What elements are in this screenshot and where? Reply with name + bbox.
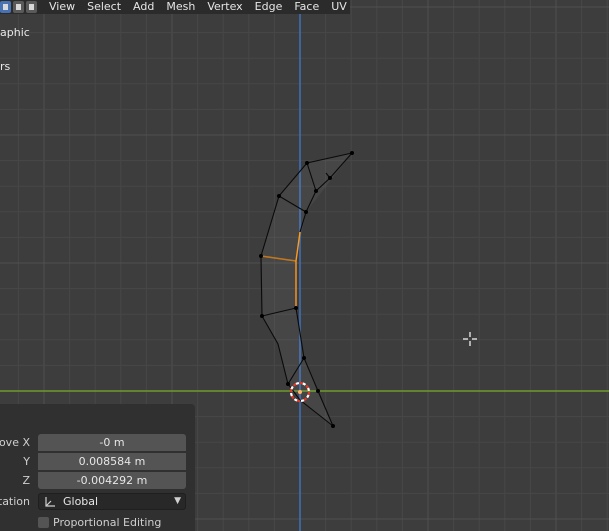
edge-select-icon[interactable]: [13, 1, 24, 13]
menu-add[interactable]: Add: [127, 0, 160, 14]
move-y-row: Y 0.008584 m: [0, 453, 195, 471]
move-y-field[interactable]: 0.008584 m: [38, 453, 186, 470]
move-x-label: ove X: [0, 436, 30, 449]
menu-vertex[interactable]: Vertex: [201, 0, 248, 14]
menu-select[interactable]: Select: [81, 0, 127, 14]
viewport-header: View Select Add Mesh Vertex Edge Face UV: [0, 0, 350, 14]
orientation-dropdown[interactable]: Global ▼: [38, 493, 186, 510]
proportional-editing-label: Proportional Editing: [53, 515, 162, 529]
proportional-editing-row[interactable]: Proportional Editing: [38, 515, 161, 529]
menu-face[interactable]: Face: [288, 0, 325, 14]
orientation-row: tation Global ▼: [0, 493, 195, 511]
move-z-label: Z: [22, 474, 30, 487]
orientation-axis-icon: [45, 497, 55, 507]
orientation-label: tation: [0, 495, 30, 508]
move-z-field[interactable]: -0.004292 m: [38, 472, 186, 489]
operator-panel: ove X -0 m Y 0.008584 m Z -0.004292 m ta…: [0, 404, 195, 531]
orientation-value: Global: [63, 495, 99, 508]
3d-viewport[interactable]: View Select Add Mesh Vertex Edge Face UV…: [0, 0, 609, 531]
move-x-field[interactable]: -0 m: [38, 434, 186, 451]
select-mode-group: [0, 0, 37, 14]
move-z-row: Z -0.004292 m: [0, 472, 195, 490]
menu-view[interactable]: View: [43, 0, 81, 14]
chevron-down-icon: ▼: [174, 496, 181, 506]
collection-name-text: rs: [0, 60, 11, 73]
menu-mesh[interactable]: Mesh: [160, 0, 201, 14]
move-x-row: ove X -0 m: [0, 434, 195, 452]
menu-edge[interactable]: Edge: [249, 0, 289, 14]
view-name-text: aphic: [0, 26, 30, 39]
move-y-label: Y: [23, 455, 30, 468]
vertex-select-icon[interactable]: [0, 1, 11, 13]
proportional-editing-checkbox[interactable]: [38, 516, 49, 528]
menu-uv[interactable]: UV: [325, 0, 353, 14]
face-select-icon[interactable]: [26, 1, 37, 13]
crosshair-icon: [463, 332, 477, 346]
